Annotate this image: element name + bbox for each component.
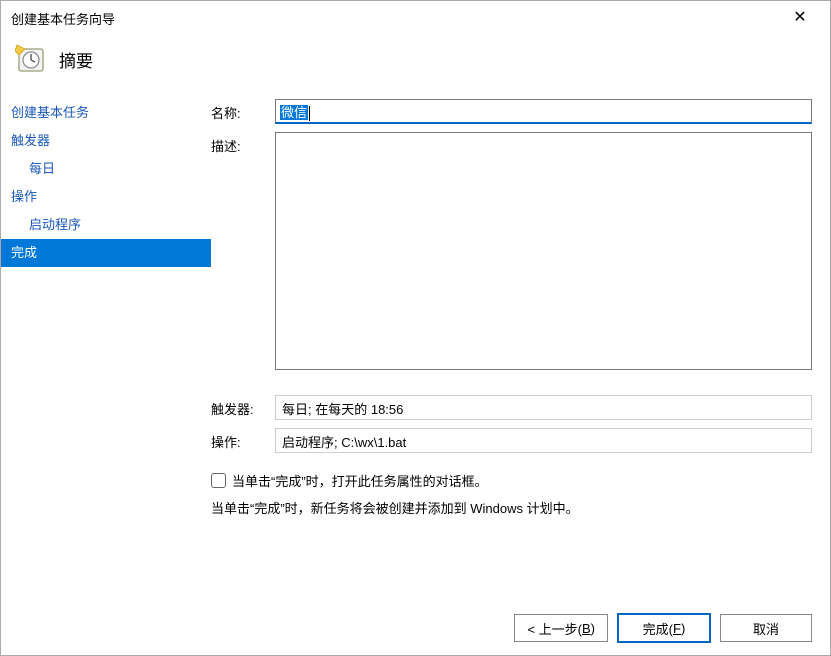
sidebar-item-action[interactable]: 操作 bbox=[1, 183, 211, 211]
finish-note: 当单击“完成”时，新任务将会被创建并添加到 Windows 计划中。 bbox=[211, 498, 812, 517]
sidebar-item-finish[interactable]: 完成 bbox=[1, 239, 211, 267]
back-button[interactable]: < 上一步(B) bbox=[514, 614, 608, 642]
page-title: 摘要 bbox=[59, 47, 93, 72]
summary-form: 名称: 微信 描述: 触发器: 每日; 在每天的 18:56 操作: bbox=[211, 93, 830, 601]
name-input[interactable]: 微信 bbox=[275, 99, 812, 124]
sidebar-item-create-task[interactable]: 创建基本任务 bbox=[1, 99, 211, 127]
action-value: 启动程序; C:\wx\1.bat bbox=[275, 428, 812, 453]
wizard-window: 创建基本任务向导 ✕ 摘要 创建基本任务 触发器 每日 操作 启动程序 完成 名 bbox=[0, 0, 831, 656]
window-title: 创建基本任务向导 bbox=[11, 9, 115, 28]
wizard-body: 创建基本任务 触发器 每日 操作 启动程序 完成 名称: 微信 描述: bbox=[1, 93, 830, 601]
close-icon[interactable]: ✕ bbox=[780, 3, 820, 33]
cancel-button[interactable]: 取消 bbox=[720, 614, 812, 642]
sidebar: 创建基本任务 触发器 每日 操作 启动程序 完成 bbox=[1, 93, 211, 601]
trigger-label: 触发器: bbox=[211, 395, 275, 418]
footer-buttons: < 上一步(B) 完成(F) 取消 bbox=[1, 601, 830, 655]
sidebar-item-start-program[interactable]: 启动程序 bbox=[1, 211, 211, 239]
description-input[interactable] bbox=[275, 132, 812, 370]
finish-button[interactable]: 完成(F) bbox=[618, 614, 710, 642]
action-label: 操作: bbox=[211, 428, 275, 451]
sidebar-item-trigger[interactable]: 触发器 bbox=[1, 127, 211, 155]
name-label: 名称: bbox=[211, 99, 275, 122]
titlebar: 创建基本任务向导 ✕ bbox=[1, 1, 830, 35]
trigger-value: 每日; 在每天的 18:56 bbox=[275, 395, 812, 420]
wizard-icon bbox=[15, 43, 47, 75]
open-properties-label[interactable]: 当单击“完成”时，打开此任务属性的对话框。 bbox=[232, 471, 488, 490]
wizard-header: 摘要 bbox=[1, 35, 830, 93]
description-label: 描述: bbox=[211, 132, 275, 155]
sidebar-item-daily[interactable]: 每日 bbox=[1, 155, 211, 183]
open-properties-checkbox[interactable] bbox=[211, 473, 226, 488]
